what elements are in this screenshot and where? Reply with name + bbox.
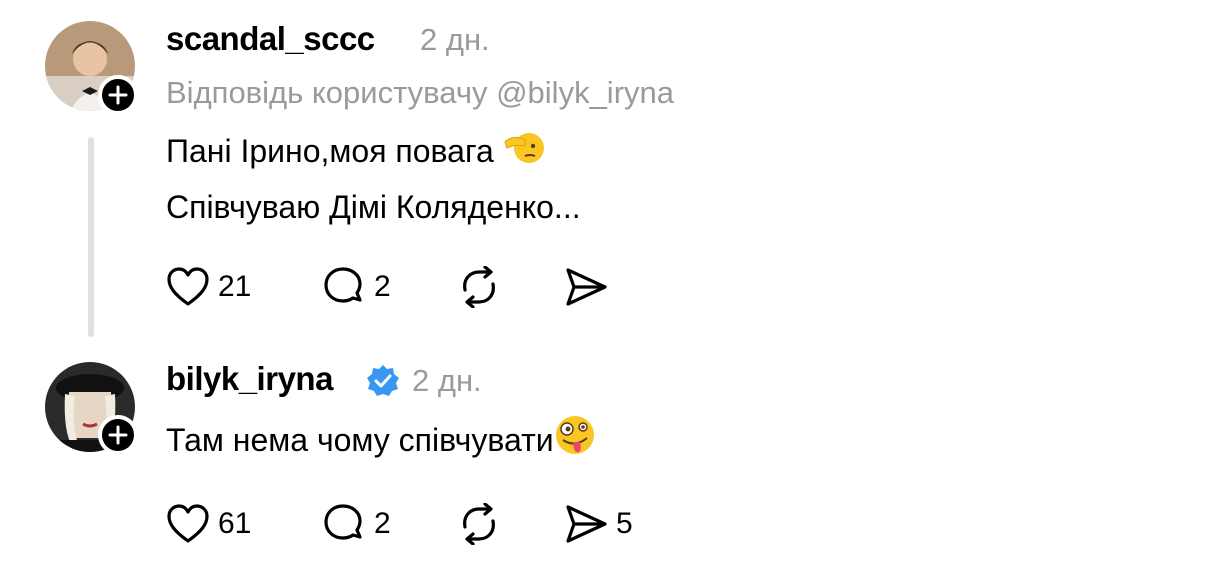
send-icon: [566, 268, 607, 306]
reply-count: 2: [374, 270, 391, 303]
reply-button[interactable]: 2: [322, 503, 391, 545]
comment-line-2: Співчуваю Дімі Коляденко...: [166, 189, 581, 226]
send-icon: [566, 505, 607, 543]
plus-icon: [108, 85, 128, 105]
saluting-face-icon: [503, 126, 545, 181]
comment-bubble-icon: [324, 267, 362, 303]
plus-icon: [108, 425, 128, 445]
username[interactable]: bilyk_iryna: [166, 360, 333, 398]
zany-face-icon: [554, 414, 596, 471]
heart-icon: [167, 267, 209, 306]
verified-badge-icon: [366, 364, 400, 403]
repost-icon: [463, 266, 495, 308]
username[interactable]: scandal_sccc: [166, 20, 375, 58]
reply-count: 2: [374, 507, 391, 540]
reply-button[interactable]: 2: [322, 266, 391, 308]
timestamp: 2 дн.: [420, 22, 490, 57]
like-button[interactable]: 21: [166, 266, 251, 308]
repost-icon: [463, 503, 495, 545]
like-count: 21: [218, 270, 252, 303]
heart-icon: [167, 504, 209, 543]
share-button[interactable]: [564, 266, 608, 308]
comment-text: Там нема чому співчувати: [166, 414, 596, 471]
share-count: 5: [616, 507, 633, 540]
like-button[interactable]: 61: [166, 503, 251, 545]
repost-button[interactable]: [456, 503, 502, 545]
comment-text: Пані Ірино,моя повага Співчуваю Дімі Кол…: [166, 125, 581, 233]
comment-line-1: Пані Ірино,моя повага: [166, 133, 494, 169]
comment-bilyk-iryna: bilyk_iryna 2 дн. Там нема чому співчува…: [0, 340, 1210, 580]
timestamp: 2 дн.: [412, 363, 482, 398]
follow-plus-button[interactable]: [98, 75, 138, 115]
comment-scandal-sccc: scandal_sccc 2 дн. Відповідь користувачу…: [0, 0, 1210, 340]
share-button[interactable]: 5: [564, 503, 633, 545]
follow-plus-button[interactable]: [98, 415, 138, 455]
like-count: 61: [218, 507, 252, 540]
comment-line-1: Там нема чому співчувати: [166, 422, 554, 458]
reply-to-label[interactable]: Відповідь користувачу @bilyk_iryna: [166, 75, 674, 111]
thread-line: [88, 137, 94, 337]
comment-bubble-icon: [324, 504, 362, 540]
repost-button[interactable]: [456, 266, 502, 308]
